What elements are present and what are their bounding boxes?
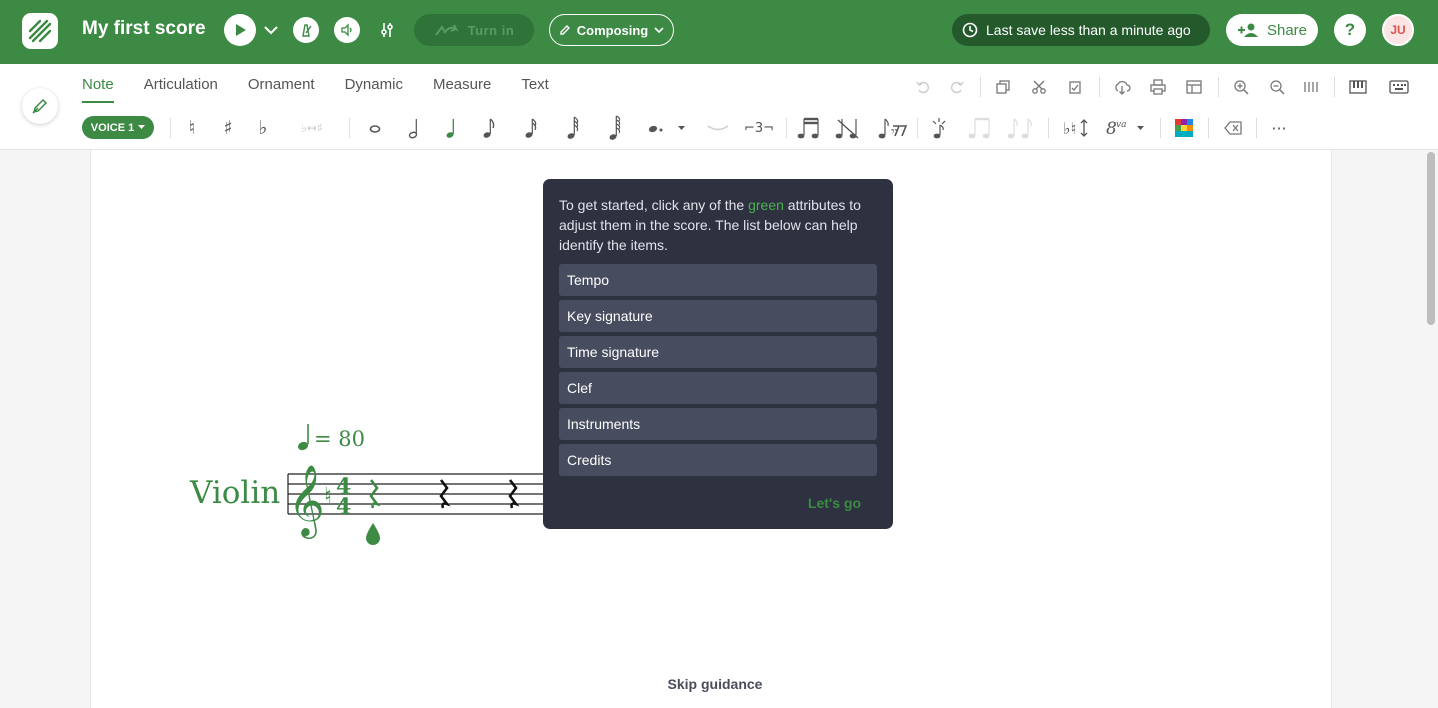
guidance-item-credits[interactable]: Credits — [559, 444, 877, 476]
scrollbar-thumb[interactable] — [1427, 152, 1435, 325]
guidance-item-instruments[interactable]: Instruments — [559, 408, 877, 440]
tempo-marking[interactable]: = 80 — [314, 427, 365, 451]
svg-text:𝄞: 𝄞 — [288, 463, 325, 539]
guidance-item-key-signature[interactable]: Key signature — [559, 300, 877, 332]
guidance-item-clef[interactable]: Clef — [559, 372, 877, 404]
guidance-intro-green: green — [748, 197, 784, 213]
guidance-intro: To get started, click any of the green a… — [559, 195, 877, 255]
lets-go-button[interactable]: Let's go — [808, 495, 861, 511]
skip-guidance-link: Skip guidance — [0, 676, 1430, 692]
svg-text:♮: ♮ — [324, 484, 332, 509]
guidance-item-tempo[interactable]: Tempo — [559, 264, 877, 296]
svg-text:4: 4 — [336, 494, 351, 520]
guidance-intro-start: To get started, click any of the — [559, 197, 749, 213]
instrument-name[interactable]: Violin — [190, 475, 280, 511]
guidance-popover: To get started, click any of the green a… — [543, 179, 893, 529]
guidance-item-time-signature[interactable]: Time signature — [559, 336, 877, 368]
skip-guidance-label[interactable]: Skip guidance — [668, 676, 763, 692]
